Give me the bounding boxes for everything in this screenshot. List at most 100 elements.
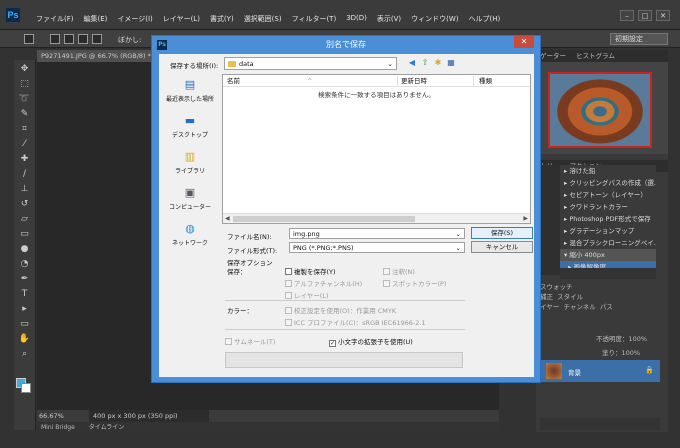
column-name[interactable]: 名前 bbox=[227, 75, 240, 87]
filename-input[interactable]: img.png ⌄ bbox=[289, 228, 465, 239]
restore-icon[interactable]: □ bbox=[638, 10, 652, 21]
action-item[interactable]: ▸ セピアトーン（レイヤー） bbox=[560, 189, 656, 201]
layer-opacity[interactable]: 不透明度：100% bbox=[596, 333, 647, 343]
menu-edit[interactable]: 編集(E) bbox=[84, 14, 108, 24]
column-type[interactable]: 種類 bbox=[479, 75, 492, 87]
proof-checkbox[interactable]: 校正設定を使用(O)：作業用 CMYK bbox=[285, 305, 396, 315]
chevron-down-icon[interactable]: ⌄ bbox=[456, 229, 461, 239]
copy-checkbox[interactable]: 複製を保存(Y) bbox=[285, 266, 336, 276]
navigator-thumbnail[interactable] bbox=[548, 72, 652, 148]
view-menu-icon[interactable]: ▦ bbox=[446, 58, 456, 68]
blur-icon[interactable]: ● bbox=[17, 243, 33, 255]
tab-styles[interactable]: スタイル bbox=[557, 293, 583, 301]
new-selection-icon[interactable] bbox=[50, 34, 60, 44]
layers-checkbox[interactable]: レイヤー(L) bbox=[285, 290, 329, 300]
back-icon[interactable]: ◀ bbox=[407, 58, 417, 68]
alpha-checkbox[interactable]: アルファチャンネル(H) bbox=[285, 278, 362, 288]
column-date[interactable]: 更新日時 bbox=[401, 75, 427, 87]
menu-layer[interactable]: レイヤー(L) bbox=[163, 14, 200, 24]
intersect-selection-icon[interactable] bbox=[92, 34, 102, 44]
crop-icon[interactable]: ⌗ bbox=[17, 123, 33, 135]
marquee-icon[interactable]: ⬚ bbox=[17, 78, 33, 90]
menu-filter[interactable]: フィルター(T) bbox=[292, 14, 337, 24]
action-item[interactable]: ▸ Photoshop PDF形式で保存 bbox=[560, 213, 656, 225]
action-item[interactable]: ▸ 溶けた鉛 bbox=[560, 165, 656, 177]
place-network[interactable]: ◍ ネットワーク bbox=[163, 218, 217, 254]
action-item[interactable]: ▾ 縮小 400px bbox=[560, 249, 656, 261]
action-item[interactable]: ▸ グラデーションマップ bbox=[560, 225, 656, 237]
save-in-select[interactable]: data ⌄ bbox=[224, 57, 397, 70]
file-list[interactable]: 名前 ^ 更新日時 種類 検索条件に一致する項目はありません。 ◀ ▶ bbox=[222, 74, 531, 224]
scroll-thumb[interactable] bbox=[233, 216, 415, 222]
dialog-close-icon[interactable]: ✕ bbox=[514, 36, 534, 48]
format-select[interactable]: PNG (*.PNG;*.PNS) ⌄ bbox=[289, 242, 465, 253]
quick-select-icon[interactable]: ✎ bbox=[17, 108, 33, 120]
layer-row[interactable]: 背景 🔒 bbox=[540, 360, 660, 382]
lowercase-ext-checkbox[interactable]: ✓ 小文字の拡張子を使用(U) bbox=[329, 336, 413, 347]
up-folder-icon[interactable]: ⇧ bbox=[420, 58, 430, 68]
horizontal-scrollbar[interactable]: ◀ ▶ bbox=[223, 213, 530, 223]
action-item[interactable]: ▸ 混合ブラシクローニングペイ... bbox=[560, 237, 656, 249]
menu-view[interactable]: 表示(V) bbox=[377, 14, 401, 24]
menu-3d[interactable]: 3D(D) bbox=[346, 14, 367, 24]
eyedropper-icon[interactable]: ⁄ bbox=[17, 138, 33, 150]
menu-help[interactable]: ヘルプ(H) bbox=[469, 14, 501, 24]
history-brush-icon[interactable]: ↺ bbox=[17, 198, 33, 210]
place-libraries[interactable]: ▥ ライブラリ bbox=[163, 146, 217, 182]
menu-file[interactable]: ファイル(F) bbox=[36, 14, 74, 24]
spot-checkbox[interactable]: スポットカラー(P) bbox=[383, 278, 447, 288]
icc-checkbox[interactable]: ICC プロファイル(C)：sRGB IEC61966-2.1 bbox=[285, 317, 426, 327]
type-icon[interactable]: T bbox=[17, 288, 33, 300]
scroll-left-icon[interactable]: ◀ bbox=[225, 214, 230, 224]
menu-select[interactable]: 選択範囲(S) bbox=[244, 14, 282, 24]
path-select-icon[interactable]: ▸ bbox=[17, 303, 33, 315]
subtract-selection-icon[interactable] bbox=[78, 34, 88, 44]
new-folder-icon[interactable]: ✱ bbox=[433, 58, 443, 68]
action-item[interactable]: ▸ クワドラントカラー bbox=[560, 201, 656, 213]
scroll-right-icon[interactable]: ▶ bbox=[523, 214, 528, 224]
place-recent[interactable]: ▤ 最近表示した場所 bbox=[163, 74, 217, 110]
notes-checkbox[interactable]: 注釈(N) bbox=[383, 266, 415, 276]
healing-icon[interactable]: ✚ bbox=[17, 153, 33, 165]
background-color[interactable] bbox=[21, 383, 31, 393]
adjust-tabs: 補正 スタイル bbox=[540, 292, 668, 302]
add-selection-icon[interactable] bbox=[64, 34, 74, 44]
tab-histogram[interactable]: ヒストグラム bbox=[576, 52, 615, 60]
place-computer[interactable]: ▣ コンピューター bbox=[163, 182, 217, 218]
tab-paths[interactable]: パス bbox=[600, 303, 613, 311]
shape-icon[interactable]: ▭ bbox=[17, 318, 33, 330]
tab-adjustments[interactable]: 補正 bbox=[540, 293, 553, 301]
tab-swatches[interactable]: スウォッチ bbox=[540, 282, 668, 292]
brush-icon[interactable]: ∕ bbox=[17, 168, 33, 180]
thumbnail-checkbox[interactable]: サムネール(T) bbox=[225, 336, 275, 346]
pen-icon[interactable]: ✒ bbox=[17, 273, 33, 285]
tab-channels[interactable]: チャンネル bbox=[563, 303, 595, 311]
stamp-icon[interactable]: ⊥ bbox=[17, 183, 33, 195]
marquee-tool-icon[interactable] bbox=[24, 34, 34, 44]
menu-window[interactable]: ウィンドウ(W) bbox=[411, 14, 458, 24]
lasso-icon[interactable]: ➰ bbox=[17, 93, 33, 105]
close-icon[interactable]: ✕ bbox=[656, 10, 670, 21]
menu-type[interactable]: 書式(Y) bbox=[210, 14, 234, 24]
save-button[interactable]: 保存(S) bbox=[471, 227, 533, 239]
tab-mini-bridge[interactable]: Mini Bridge bbox=[41, 424, 75, 431]
hand-icon[interactable]: ✋ bbox=[17, 333, 33, 345]
tab-timeline[interactable]: タイムライン bbox=[89, 424, 125, 431]
tab-layers[interactable]: イヤー bbox=[540, 303, 559, 311]
zoom-icon[interactable]: ⌕ bbox=[17, 348, 33, 360]
cancel-button[interactable]: キャンセル bbox=[471, 241, 533, 253]
layer-fill[interactable]: 塗り：100% bbox=[602, 347, 640, 357]
place-desktop[interactable]: ▬ デスクトップ bbox=[163, 110, 217, 146]
dodge-icon[interactable]: ◔ bbox=[17, 258, 33, 270]
menu-image[interactable]: イメージ(I) bbox=[117, 14, 152, 24]
tab-navigator[interactable]: ゲーター bbox=[540, 52, 566, 60]
action-item[interactable]: ▸ クリッピングパスの作成（選... bbox=[560, 177, 656, 189]
folder-nav-buttons: ◀ ⇧ ✱ ▦ bbox=[407, 58, 456, 68]
eraser-icon[interactable]: ▱ bbox=[17, 213, 33, 225]
workspace-select[interactable]: 初期設定 bbox=[610, 33, 668, 45]
gradient-icon[interactable]: ▭ bbox=[17, 228, 33, 240]
color-label: カラー： bbox=[227, 307, 253, 315]
minimize-icon[interactable]: – bbox=[620, 10, 634, 21]
move-tool-icon[interactable]: ✥ bbox=[17, 63, 33, 75]
zoom-level[interactable]: 66.67% bbox=[39, 410, 64, 422]
